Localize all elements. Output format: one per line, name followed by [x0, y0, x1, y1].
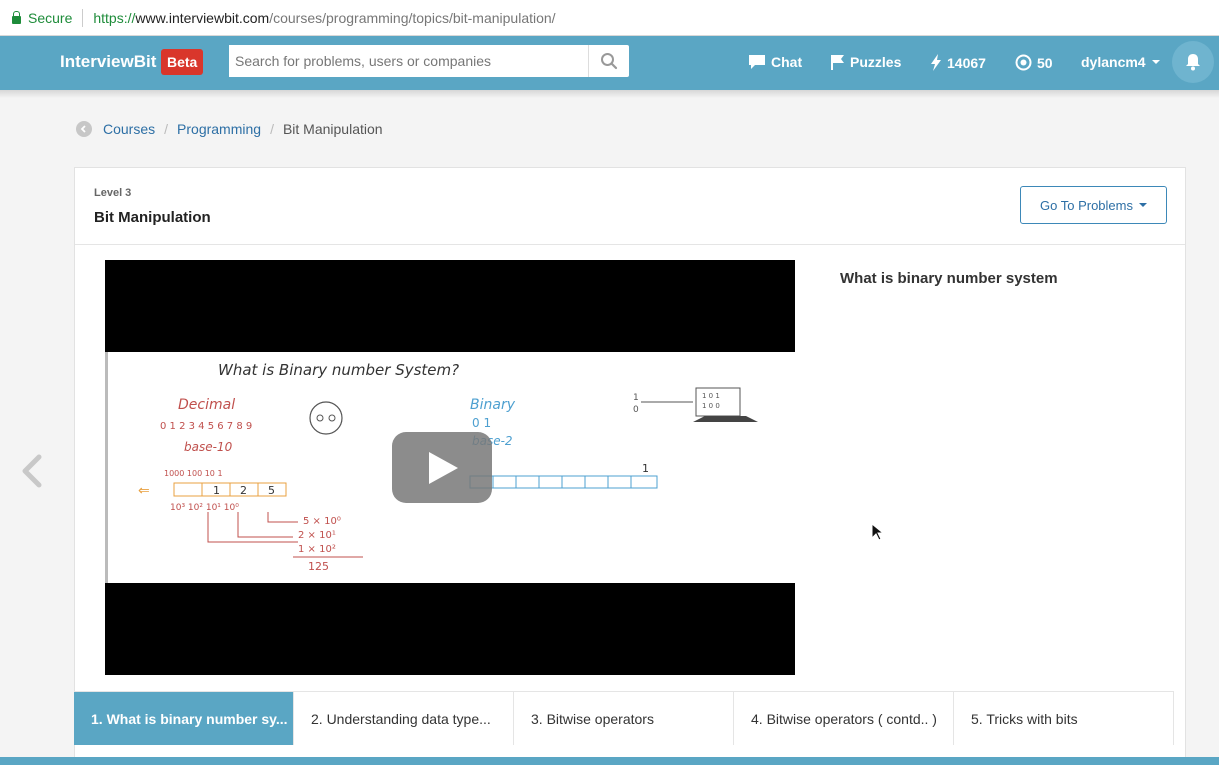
search-input[interactable]: [229, 45, 588, 77]
flag-icon: [831, 55, 844, 70]
score-link[interactable]: 14067: [930, 54, 986, 71]
search-button[interactable]: [588, 45, 629, 77]
url-text[interactable]: https://www.interviewbit.com/courses/pro…: [93, 10, 555, 26]
breadcrumb: Courses / Programming / Bit Manipulation: [76, 121, 383, 137]
board-powers: 10³ 10² 10¹ 10⁰: [170, 503, 239, 513]
lesson-heading: What is binary number system: [840, 270, 1058, 287]
svg-text:5 × 10⁰: 5 × 10⁰: [303, 516, 341, 527]
user-menu[interactable]: dylancm4: [1081, 54, 1160, 70]
breadcrumb-current: Bit Manipulation: [282, 121, 383, 137]
board-input-bit-1: 1: [633, 393, 639, 403]
divider: [82, 8, 84, 27]
chevron-down-icon: [1138, 203, 1147, 207]
lock-icon: [12, 10, 21, 24]
lesson-tabs: 1. What is binary number sy... 2. Unders…: [74, 691, 1174, 745]
chat-icon: [749, 55, 765, 69]
board-title: What is Binary number System?: [218, 361, 459, 379]
go-to-problems-button[interactable]: Go To Problems: [1020, 186, 1167, 224]
svg-text:2 × 10¹: 2 × 10¹: [298, 530, 336, 541]
lightning-icon: [931, 54, 941, 71]
chat-link[interactable]: Chat: [748, 54, 802, 70]
secure-label: Secure: [28, 9, 73, 26]
video-player[interactable]: What is Binary number System? Decimal 0 …: [105, 260, 795, 675]
coins-link[interactable]: 50: [1015, 54, 1053, 71]
board-bin-digits: 0 1: [472, 416, 491, 430]
notifications-button[interactable]: [1172, 41, 1214, 83]
svg-text:1 × 10²: 1 × 10²: [298, 544, 336, 555]
coin-icon: [1015, 54, 1032, 71]
beta-badge: Beta: [161, 49, 204, 75]
binary-cells: [469, 475, 658, 489]
level-label: Level 3: [94, 187, 132, 199]
breadcrumb-separator: /: [164, 121, 169, 137]
breadcrumb-programming[interactable]: Programming: [177, 121, 261, 137]
browser-address-bar[interactable]: Secure https://www.interviewbit.com/cour…: [0, 0, 1219, 36]
play-button[interactable]: [392, 432, 492, 503]
svg-text:1 0 0: 1 0 0: [702, 402, 720, 410]
previous-arrow-icon[interactable]: [18, 454, 44, 488]
topic-title: Bit Manipulation: [94, 209, 211, 226]
topic-header: Level 3 Bit Manipulation Go To Problems: [75, 168, 1185, 245]
svg-text:2: 2: [240, 484, 247, 497]
search-box: [229, 45, 629, 77]
tab-lesson-5[interactable]: 5. Tricks with bits: [954, 692, 1174, 745]
breadcrumb-separator: /: [270, 121, 274, 137]
board-decimal: Decimal: [178, 397, 235, 413]
mouse-cursor-icon: [871, 523, 883, 541]
board-places: 1000 100 10 1: [164, 469, 223, 478]
tab-lesson-1[interactable]: 1. What is binary number sy...: [74, 692, 294, 745]
face-drawing: [309, 401, 343, 435]
svg-text:1: 1: [213, 484, 220, 497]
puzzles-link[interactable]: Puzzles: [830, 54, 901, 70]
chevron-down-icon: [1151, 60, 1160, 64]
breadcrumb-courses[interactable]: Courses: [103, 121, 155, 137]
board-base10: base-10: [184, 440, 233, 454]
footer-bar: [0, 757, 1219, 765]
board-digits: 0 1 2 3 4 5 6 7 8 9: [160, 421, 252, 432]
nav-shadow: [0, 90, 1219, 98]
board-input-bit-2: 0: [633, 405, 639, 415]
back-icon[interactable]: [76, 121, 92, 137]
bell-icon: [1186, 54, 1200, 71]
svg-text:5: 5: [268, 484, 275, 497]
tab-lesson-3[interactable]: 3. Bitwise operators: [514, 692, 734, 745]
svg-text:125: 125: [308, 560, 329, 573]
svg-text:1: 1: [642, 462, 649, 475]
logo[interactable]: InterviewBit: [60, 52, 156, 72]
board-arrow: ⇐: [138, 483, 150, 499]
tab-lesson-2[interactable]: 2. Understanding data type...: [294, 692, 514, 745]
search-icon: [601, 53, 618, 70]
top-navigation: InterviewBit Beta Chat Puzzles 14067 50 …: [0, 36, 1219, 90]
board-binary: Binary: [470, 397, 516, 413]
tab-lesson-4[interactable]: 4. Bitwise operators ( contd.. ): [734, 692, 954, 745]
svg-text:1 0 1: 1 0 1: [702, 392, 720, 400]
